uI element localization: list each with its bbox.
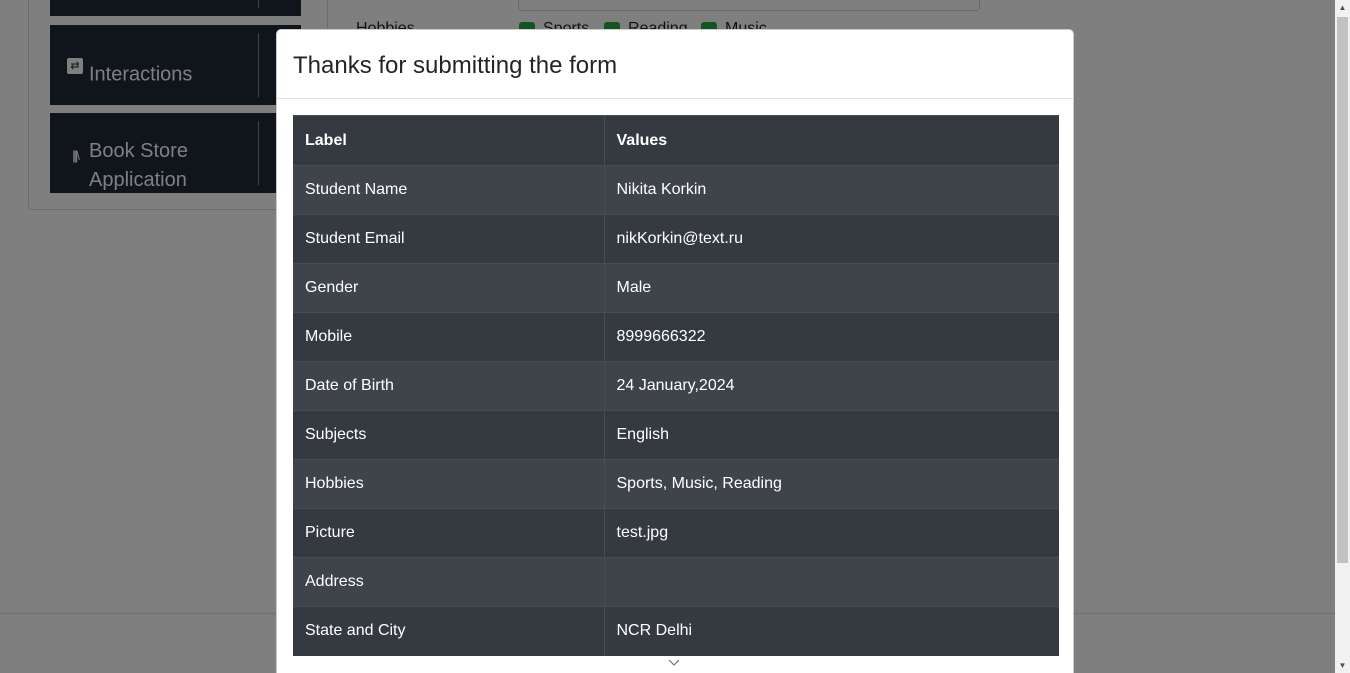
column-header-label: Label [293, 115, 605, 166]
table-row: Picture test.jpg [293, 508, 1059, 558]
table-row: Student Name Nikita Korkin [293, 165, 1059, 215]
row-label: Picture [293, 508, 605, 558]
table-row: Subjects English [293, 410, 1059, 460]
row-value: Sports, Music, Reading [604, 459, 1059, 509]
row-value: Nikita Korkin [604, 165, 1059, 215]
row-label: Student Name [293, 165, 605, 215]
row-label: Mobile [293, 312, 605, 362]
scroll-down-arrow-icon[interactable]: ▼ [1335, 658, 1350, 673]
modal-title: Thanks for submitting the form [293, 52, 618, 79]
scrollbar-thumb[interactable] [1337, 17, 1348, 563]
row-value: Male [604, 263, 1059, 313]
row-label: Hobbies [293, 459, 605, 509]
row-label: Subjects [293, 410, 605, 460]
row-value: 8999666322 [604, 312, 1059, 362]
table-row: Address [293, 557, 1059, 607]
table-row: Hobbies Sports, Music, Reading [293, 459, 1059, 509]
row-value: 24 January,2024 [604, 361, 1059, 411]
row-value: nikKorkin@text.ru [604, 214, 1059, 264]
chevron-down-icon [668, 659, 680, 666]
table-row: Date of Birth 24 January,2024 [293, 361, 1059, 411]
row-label: State and City [293, 606, 605, 656]
scroll-up-arrow-icon[interactable]: ▲ [1335, 0, 1350, 15]
results-table: Label Values Student Name Nikita Korkin S… [293, 115, 1059, 656]
row-label: Student Email [293, 214, 605, 264]
page-scrollbar[interactable]: ▲ ▼ [1335, 0, 1350, 673]
row-value: NCR Delhi [604, 606, 1059, 656]
modal-body: Label Values Student Name Nikita Korkin S… [293, 115, 1059, 656]
column-header-values: Values [604, 115, 1059, 166]
row-label: Address [293, 557, 605, 607]
row-value: English [604, 410, 1059, 460]
row-value: test.jpg [604, 508, 1059, 558]
table-row: Mobile 8999666322 [293, 312, 1059, 362]
row-label: Gender [293, 263, 605, 313]
row-value [604, 557, 1059, 607]
table-row: Student Email nikKorkin@text.ru [293, 214, 1059, 264]
submission-modal: Thanks for submitting the form Label Val… [276, 29, 1074, 673]
table-row: Gender Male [293, 263, 1059, 313]
row-label: Date of Birth [293, 361, 605, 411]
table-row: State and City NCR Delhi [293, 606, 1059, 656]
table-header-row: Label Values [293, 115, 1059, 166]
modal-header: Thanks for submitting the form [277, 30, 1073, 99]
